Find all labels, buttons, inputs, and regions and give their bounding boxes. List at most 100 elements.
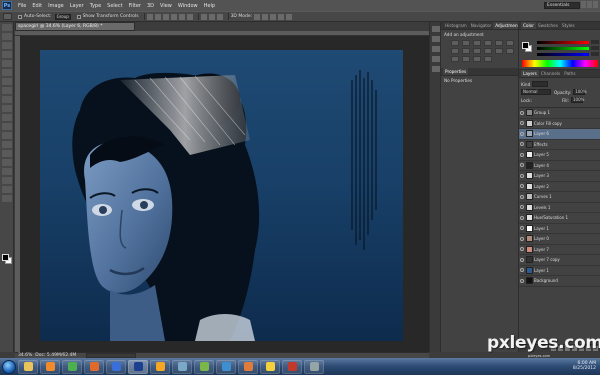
align-left-icon[interactable] bbox=[170, 13, 177, 20]
shape-tool-icon[interactable] bbox=[2, 177, 12, 184]
brush-tool-icon[interactable] bbox=[2, 87, 12, 94]
system-clock[interactable]: 6:00 AM 8/25/2012 bbox=[573, 361, 596, 371]
black-white-icon[interactable] bbox=[462, 48, 470, 54]
history-brush-tool-icon[interactable] bbox=[2, 105, 12, 112]
eyedropper-tool-icon[interactable] bbox=[2, 69, 12, 76]
layer-row[interactable]: Group 1 bbox=[519, 108, 600, 119]
invert-icon[interactable] bbox=[506, 48, 514, 54]
taskbar-app-chrome[interactable] bbox=[62, 359, 82, 374]
distribute-icon[interactable] bbox=[216, 13, 223, 20]
taskbar-app-media-player[interactable] bbox=[40, 359, 60, 374]
lasso-tool-icon[interactable] bbox=[2, 42, 12, 49]
green-value-field[interactable] bbox=[591, 46, 599, 50]
menu-view[interactable]: View bbox=[160, 3, 172, 9]
green-slider[interactable] bbox=[537, 47, 589, 50]
menu-help[interactable]: Help bbox=[204, 3, 215, 9]
align-middle-icon[interactable] bbox=[154, 13, 161, 20]
visibility-eye-icon[interactable] bbox=[520, 257, 524, 262]
tab-navigator[interactable]: Navigator bbox=[469, 22, 494, 29]
threshold-icon[interactable] bbox=[462, 56, 470, 62]
tab-swatches[interactable]: Swatches bbox=[536, 22, 560, 29]
3d-scale-icon[interactable] bbox=[286, 13, 293, 20]
curves-icon[interactable] bbox=[473, 40, 481, 46]
menu-edit[interactable]: Edit bbox=[32, 3, 42, 9]
taskbar-app-folder[interactable] bbox=[18, 359, 38, 374]
character-icon[interactable] bbox=[432, 46, 440, 52]
move-tool-preset-icon[interactable] bbox=[3, 13, 12, 20]
layer-row[interactable]: Layer 3 bbox=[519, 171, 600, 182]
close-button[interactable] bbox=[593, 1, 598, 8]
visibility-eye-icon[interactable] bbox=[520, 173, 524, 178]
brush-presets-icon[interactable] bbox=[432, 66, 440, 72]
taskbar-app-app-blue[interactable] bbox=[216, 359, 236, 374]
visibility-eye-icon[interactable] bbox=[520, 184, 524, 189]
dodge-tool-icon[interactable] bbox=[2, 141, 12, 148]
photo-filter-icon[interactable] bbox=[473, 48, 481, 54]
menu-image[interactable]: Image bbox=[48, 3, 64, 9]
vibrance-icon[interactable] bbox=[495, 40, 503, 46]
visibility-eye-icon[interactable] bbox=[520, 278, 524, 283]
menu-filter[interactable]: Filter bbox=[129, 3, 141, 9]
tab-layers[interactable]: Layers bbox=[521, 70, 539, 77]
layer-row[interactable]: Layer 7 bbox=[519, 245, 600, 255]
exposure-icon[interactable] bbox=[484, 40, 492, 46]
eraser-tool-icon[interactable] bbox=[2, 114, 12, 121]
distribute-icon[interactable] bbox=[208, 13, 215, 20]
type-tool-icon[interactable] bbox=[2, 159, 12, 166]
pen-tool-icon[interactable] bbox=[2, 150, 12, 157]
layer-row[interactable]: Layer 0 bbox=[519, 234, 600, 245]
menu-select[interactable]: Select bbox=[107, 3, 122, 9]
menu-layer[interactable]: Layer bbox=[70, 3, 84, 9]
blue-value-field[interactable] bbox=[591, 52, 599, 56]
document-canvas[interactable] bbox=[40, 50, 403, 341]
taskbar-app-app-orange[interactable] bbox=[238, 359, 258, 374]
taskbar-app-app-red[interactable] bbox=[282, 359, 302, 374]
marquee-tool-icon[interactable] bbox=[2, 33, 12, 40]
ruler-horizontal[interactable] bbox=[15, 31, 429, 36]
paragraph-icon[interactable] bbox=[432, 56, 440, 62]
3d-drag-icon[interactable] bbox=[270, 13, 277, 20]
layer-row[interactable]: Curves 1 bbox=[519, 192, 600, 203]
color-swatches[interactable] bbox=[2, 254, 12, 264]
tab-channels[interactable]: Channels bbox=[539, 70, 562, 77]
tab-color[interactable]: Color bbox=[521, 22, 536, 29]
3d-slide-icon[interactable] bbox=[278, 13, 285, 20]
blur-tool-icon[interactable] bbox=[2, 132, 12, 139]
path-select-tool-icon[interactable] bbox=[2, 168, 12, 175]
auto-select-checkbox[interactable] bbox=[18, 14, 22, 19]
taskbar-app-app-yellow[interactable] bbox=[260, 359, 280, 374]
taskbar-app-bridge[interactable] bbox=[172, 359, 192, 374]
align-top-icon[interactable] bbox=[146, 13, 153, 20]
layer-row[interactable]: Layer 5 bbox=[519, 150, 600, 161]
taskbar-app-app-gray[interactable] bbox=[304, 359, 324, 374]
auto-select-dropdown[interactable]: Group bbox=[54, 13, 71, 20]
minimize-button[interactable] bbox=[581, 1, 586, 8]
layer-row[interactable]: Levels 1 bbox=[519, 203, 600, 213]
visibility-eye-icon[interactable] bbox=[520, 268, 524, 273]
transform-controls-checkbox[interactable] bbox=[76, 14, 81, 19]
layer-row[interactable]: Layer 4 bbox=[519, 161, 600, 171]
start-button[interactable] bbox=[2, 359, 16, 374]
ruler-vertical[interactable] bbox=[15, 36, 20, 352]
align-center-icon[interactable] bbox=[178, 13, 185, 20]
actions-icon[interactable] bbox=[432, 36, 440, 42]
posterize-icon[interactable] bbox=[451, 56, 459, 62]
layer-row[interactable]: Layer 7 copy bbox=[519, 255, 600, 266]
tab-properties[interactable]: Properties bbox=[443, 68, 469, 75]
visibility-eye-icon[interactable] bbox=[520, 205, 524, 210]
layer-row[interactable]: Layer 1 bbox=[519, 224, 600, 234]
channel-mixer-icon[interactable] bbox=[484, 48, 492, 54]
layer-row[interactable]: Layer 1 bbox=[519, 266, 600, 276]
layer-row[interactable]: Color Fill copy bbox=[519, 119, 600, 129]
maximize-button[interactable] bbox=[587, 1, 592, 8]
gradient-tool-icon[interactable] bbox=[2, 123, 12, 130]
color-spectrum-ramp[interactable] bbox=[522, 60, 598, 67]
tab-paths[interactable]: Paths bbox=[562, 70, 577, 77]
taskbar-app-illustrator[interactable] bbox=[150, 359, 170, 374]
visibility-eye-icon[interactable] bbox=[520, 247, 524, 252]
visibility-eye-icon[interactable] bbox=[520, 215, 524, 220]
kind-filter-dropdown[interactable] bbox=[532, 81, 549, 87]
visibility-eye-icon[interactable] bbox=[520, 236, 524, 241]
layer-row[interactable]: Layer 2 bbox=[519, 182, 600, 192]
align-right-icon[interactable] bbox=[186, 13, 193, 20]
